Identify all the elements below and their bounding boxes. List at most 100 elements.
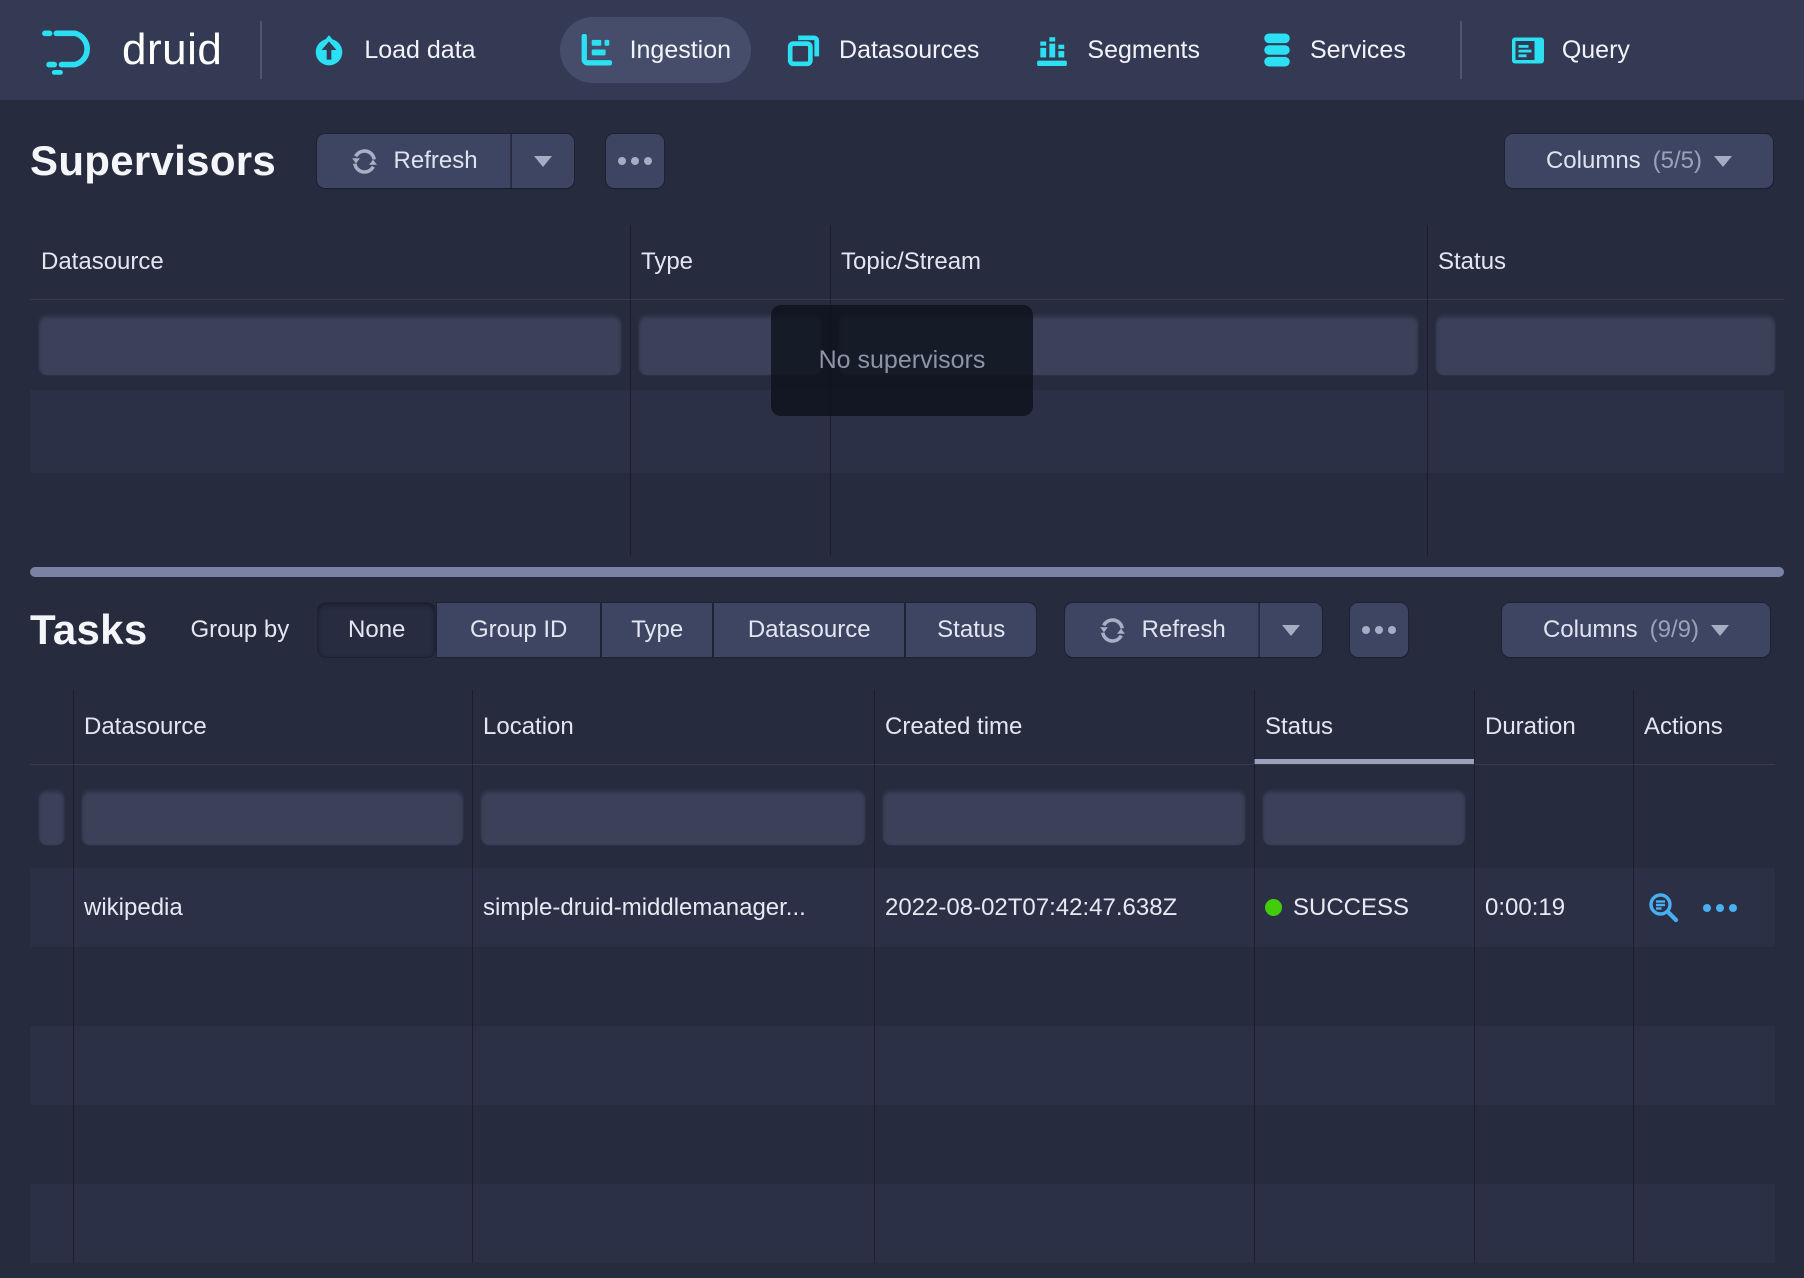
group-by-status-button[interactable]: Status	[906, 603, 1036, 657]
tasks-control-bar: Tasks Group by None Group ID Type Dataso…	[30, 602, 1774, 658]
navbar: druid Load data Ingestion	[0, 0, 1804, 100]
druid-logo-icon	[40, 25, 106, 75]
supervisors-more-button[interactable]	[606, 134, 664, 188]
empty-row	[30, 1105, 1775, 1184]
empty-row	[30, 947, 1775, 1026]
filter-status-input[interactable]	[1436, 315, 1775, 375]
header-datasource[interactable]: Datasource	[30, 225, 630, 299]
group-by-group-id-button[interactable]: Group ID	[437, 603, 600, 657]
columns-label: Columns	[1546, 147, 1641, 175]
column-divider	[1427, 225, 1428, 556]
bar-chart-icon	[1035, 33, 1069, 67]
cell-status: SUCCESS	[1254, 868, 1474, 947]
header-datasource[interactable]: Datasource	[73, 690, 472, 764]
header-actions[interactable]: Actions	[1633, 690, 1775, 764]
cell-duration: 0:00:19	[1474, 868, 1633, 947]
task-row-wikipedia[interactable]: wikipedia simple-druid-middlemanager... …	[30, 868, 1775, 947]
layers-icon	[787, 33, 821, 67]
upload-icon	[312, 34, 346, 66]
column-divider	[73, 690, 74, 1263]
druid-console: druid Load data Ingestion	[0, 0, 1804, 1278]
group-by-datasource-button[interactable]: Datasource	[714, 603, 904, 657]
filter-datasource-input[interactable]	[82, 790, 463, 845]
nav-label: Segments	[1087, 36, 1200, 65]
empty-message: No supervisors	[819, 346, 986, 375]
empty-row	[30, 473, 1784, 556]
nav-query[interactable]: Query	[1512, 17, 1630, 83]
refresh-icon	[1099, 617, 1126, 644]
nav-datasources[interactable]: Datasources	[787, 17, 979, 83]
group-by-label: Group by	[190, 616, 289, 644]
supervisors-refresh-button[interactable]: Refresh	[317, 134, 511, 188]
more-icon	[1360, 626, 1399, 634]
supervisors-title: Supervisors	[30, 137, 276, 185]
columns-count: (9/9)	[1650, 616, 1699, 644]
nav-ingestion[interactable]: Ingestion	[560, 17, 751, 83]
ingestion-chart-icon	[580, 34, 612, 66]
more-icon	[616, 157, 655, 165]
column-divider	[874, 690, 875, 1263]
navbar-divider	[260, 21, 262, 79]
header-hidden-column[interactable]	[30, 690, 73, 764]
column-divider	[1254, 690, 1255, 1263]
refresh-icon	[351, 148, 378, 175]
nav-load-data[interactable]: Load data	[312, 17, 475, 83]
tasks-columns-button[interactable]: Columns (9/9)	[1502, 603, 1770, 657]
tasks-table-header: Datasource Location Created time Status …	[30, 690, 1775, 765]
tasks-title: Tasks	[30, 606, 147, 654]
filter-hidden-input[interactable]	[39, 790, 64, 845]
supervisors-refresh-caret-button[interactable]	[511, 134, 574, 188]
nav-segments[interactable]: Segments	[1035, 17, 1200, 83]
chevron-down-icon	[1711, 625, 1729, 636]
group-by-button-group: None Group ID Type Datasource Status	[318, 603, 1036, 657]
supervisors-horizontal-scrollbar[interactable]	[30, 567, 1784, 577]
group-by-none-button[interactable]: None	[318, 603, 435, 657]
cell-hidden	[30, 868, 73, 947]
tasks-more-button[interactable]	[1350, 603, 1408, 657]
nav-label: Query	[1562, 36, 1630, 65]
more-icon	[1700, 904, 1739, 912]
columns-label: Columns	[1543, 616, 1638, 644]
tasks-refresh-caret-button[interactable]	[1259, 603, 1322, 657]
filter-location-input[interactable]	[481, 790, 865, 845]
header-duration[interactable]: Duration	[1474, 690, 1633, 764]
console-icon	[1512, 37, 1544, 64]
column-divider	[1474, 690, 1475, 1263]
tasks-table: Datasource Location Created time Status …	[30, 690, 1775, 1263]
filter-status-input[interactable]	[1263, 790, 1465, 845]
brand[interactable]: druid	[40, 25, 222, 75]
nav-label: Datasources	[839, 36, 979, 65]
filter-created-time-input[interactable]	[883, 790, 1245, 845]
nav-services[interactable]: Services	[1262, 17, 1406, 83]
sort-indicator	[1254, 759, 1474, 764]
status-text: SUCCESS	[1293, 894, 1409, 922]
cell-created-time: 2022-08-02T07:42:47.638Z	[874, 868, 1254, 947]
empty-row	[30, 1184, 1775, 1263]
header-status[interactable]: Status	[1254, 690, 1474, 764]
group-by-type-button[interactable]: Type	[602, 603, 712, 657]
supervisors-table-header: Datasource Type Topic/Stream Status	[30, 225, 1784, 300]
supervisors-columns-button[interactable]: Columns (5/5)	[1505, 134, 1773, 188]
tasks-refresh-button[interactable]: Refresh	[1065, 603, 1259, 657]
header-status[interactable]: Status	[1427, 225, 1784, 299]
magnifier-detail-icon	[1647, 891, 1680, 924]
task-actions-menu-button[interactable]	[1700, 904, 1739, 912]
header-location[interactable]: Location	[472, 690, 874, 764]
cell-actions	[1633, 868, 1775, 947]
refresh-label: Refresh	[394, 147, 478, 175]
refresh-label: Refresh	[1142, 616, 1226, 644]
task-detail-button[interactable]	[1647, 891, 1680, 924]
supervisors-control-bar: Supervisors Refresh Columns (5/5)	[30, 133, 1774, 189]
header-topic-stream[interactable]: Topic/Stream	[830, 225, 1427, 299]
columns-count: (5/5)	[1653, 147, 1702, 175]
filter-datasource-input[interactable]	[39, 315, 621, 375]
success-dot-icon	[1265, 899, 1282, 916]
header-type[interactable]: Type	[630, 225, 830, 299]
header-created-time[interactable]: Created time	[874, 690, 1254, 764]
navbar-divider	[1460, 21, 1462, 79]
header-status-label: Status	[1265, 713, 1333, 741]
nav-label: Load data	[364, 36, 475, 65]
nav-label: Ingestion	[630, 36, 731, 65]
empty-row	[30, 1026, 1775, 1105]
column-divider	[472, 690, 473, 1263]
